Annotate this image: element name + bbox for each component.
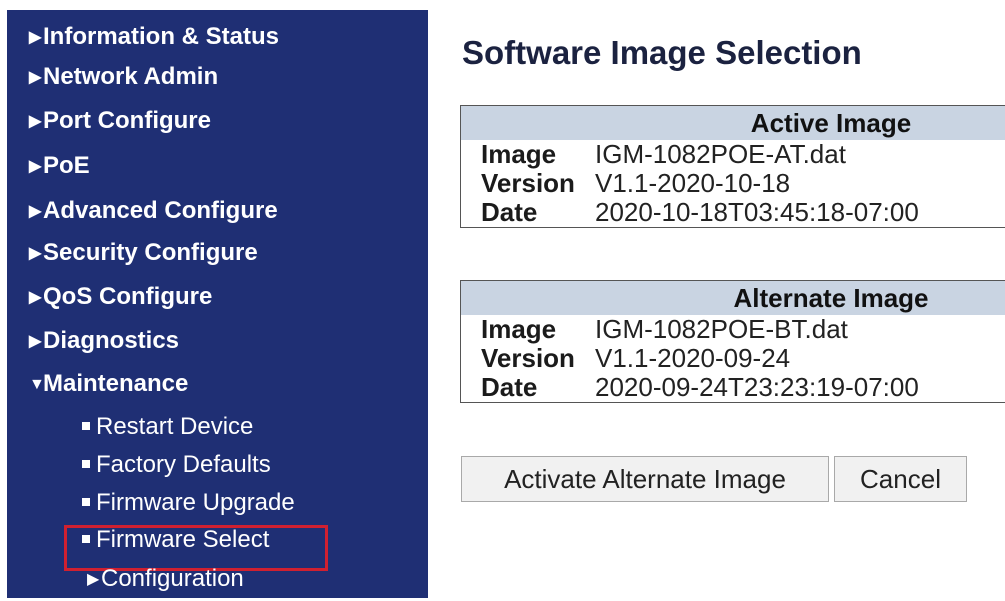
chevron-right-icon: ▶ [29,158,42,175]
nav-item-port-configure[interactable]: ▶Port Configure [29,106,211,137]
bullet-icon [82,422,90,430]
row-key: Date [481,372,538,402]
chevron-right-icon: ▶ [29,113,42,130]
activate-alternate-image-button[interactable]: Activate Alternate Image [461,456,829,502]
row-value: V1.1-2020-10-18 [595,168,791,198]
nav-item-qos-configure[interactable]: ▶QoS Configure [29,282,212,313]
chevron-down-icon: ▼ [29,376,45,393]
nav-item-label: Diagnostics [43,327,180,354]
bullet-icon [82,498,90,506]
chevron-right-icon: ▶ [29,69,42,86]
row-key: Date [481,197,538,227]
table-row: Image IGM-1082POE-BT.dat [461,315,1005,344]
nav-item-label: Information & Status [43,23,280,50]
sidebar-subitem-label: Configuration [101,565,244,592]
table-header: Alternate Image [461,281,1005,315]
nav-item-label: Maintenance [43,370,189,397]
sidebar-subitem-firmware-upgrade[interactable]: Firmware Upgrade [82,488,295,518]
nav-item-maintenance[interactable]: ▼Maintenance [29,369,188,400]
table-row: Date 2020-10-18T03:45:18-07:00 [461,198,1005,227]
nav-item-label: PoE [43,152,90,179]
active-image-table: Active Image Image IGM-1082POE-AT.dat Ver… [460,105,1005,228]
table-row: Date 2020-09-24T23:23:19-07:00 [461,373,1005,402]
nav-item-diagnostics[interactable]: ▶Diagnostics [29,326,179,357]
sidebar-subitem-label: Factory Defaults [96,451,271,478]
page-title: Software Image Selection [462,34,862,71]
nav-item-label: Security Configure [43,239,258,266]
nav-item-label: Port Configure [43,107,211,134]
sidebar-nav: ▶Information & Status ▶Network Admin ▶Po… [7,10,428,598]
row-key: Image [481,314,557,344]
nav-item-advanced-configure[interactable]: ▶Advanced Configure [29,196,278,227]
nav-item-label: Advanced Configure [43,197,278,224]
chevron-right-icon: ▶ [29,245,42,262]
chevron-right-icon: ▶ [87,571,100,588]
nav-item-poe[interactable]: ▶PoE [29,151,90,182]
nav-item-information-status[interactable]: ▶Information & Status [29,22,279,53]
row-value: IGM-1082POE-AT.dat [595,139,846,169]
table-row: Version V1.1-2020-09-24 [461,344,1005,373]
alternate-image-table: Alternate Image Image IGM-1082POE-BT.dat … [460,280,1005,403]
row-value: 2020-09-24T23:23:19-07:00 [595,372,919,402]
sidebar-subitem-label: Restart Device [96,413,254,440]
chevron-right-icon: ▶ [29,333,42,350]
nav-item-security-configure[interactable]: ▶Security Configure [29,238,258,269]
sidebar-subitem-restart-device[interactable]: Restart Device [82,412,253,442]
nav-item-label: Network Admin [43,63,219,90]
chevron-right-icon: ▶ [29,203,42,220]
cancel-button[interactable]: Cancel [834,456,967,502]
table-row: Version V1.1-2020-10-18 [461,169,1005,198]
row-key: Version [481,168,575,198]
row-key: Version [481,343,575,373]
table-row: Image IGM-1082POE-AT.dat [461,140,1005,169]
chevron-right-icon: ▶ [29,289,42,306]
row-value: IGM-1082POE-BT.dat [595,314,848,344]
sidebar-subitem-configuration[interactable]: ▶Configuration [87,564,244,595]
sidebar-subitem-label: Firmware Upgrade [96,489,295,516]
chevron-right-icon: ▶ [29,29,42,46]
nav-item-label: QoS Configure [43,283,213,310]
nav-item-network-admin[interactable]: ▶Network Admin [29,62,218,93]
table-header: Active Image [461,106,1005,140]
sidebar-subitem-factory-defaults[interactable]: Factory Defaults [82,450,271,480]
row-value: V1.1-2020-09-24 [595,343,791,373]
row-value: 2020-10-18T03:45:18-07:00 [595,197,919,227]
bullet-icon [82,460,90,468]
row-key: Image [481,139,557,169]
